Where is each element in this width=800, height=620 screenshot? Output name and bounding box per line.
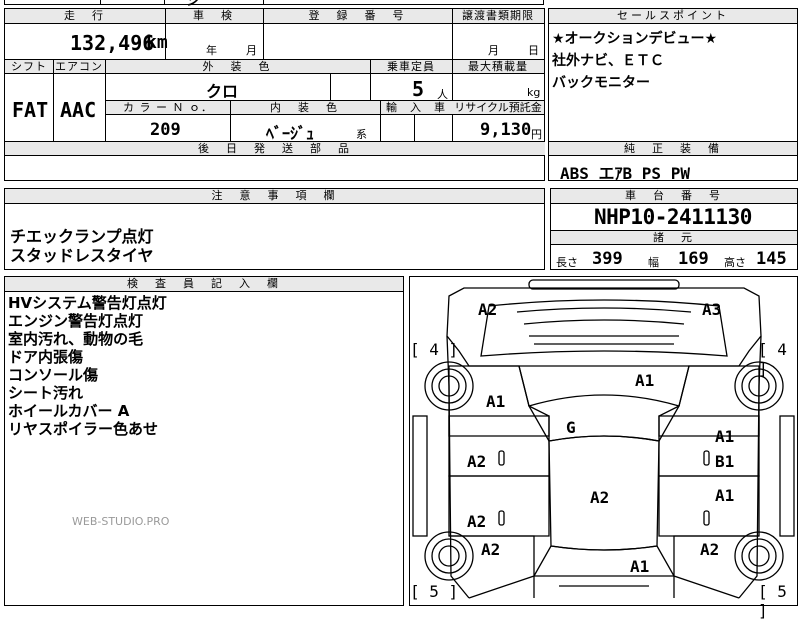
recycle-header: リサイクル預託金	[452, 101, 544, 115]
top-partial-row	[4, 0, 544, 5]
caution-line-2: スタッドレスタイヤ	[10, 246, 154, 265]
height-label: 高さ	[724, 256, 746, 269]
recycle-unit: 円	[531, 128, 542, 141]
damage-front-right-door-a: A1	[715, 427, 735, 446]
color-no-header: カ ラ ー Ｎ ｏ．	[106, 101, 230, 115]
capacity-value: 5	[412, 77, 425, 101]
shaken-header: 車 検	[165, 9, 263, 24]
inspector-line-4: ドア内張傷	[8, 348, 84, 366]
delivery-parts-header: 後 日 発 送 部 品	[5, 142, 545, 156]
capacity-header: 乗車定員	[370, 60, 452, 74]
watermark: WEB-STUDIO.PRO	[72, 515, 170, 528]
car-diagram	[412, 279, 795, 599]
inspector-line-3: 室内汚れ、動物の毛	[8, 330, 144, 348]
import-header: 輸 入 車	[380, 101, 452, 115]
chassis-header: 車 台 番 号	[551, 189, 797, 204]
sales-point-header: セールスポイント	[549, 9, 797, 24]
aircon-header: エアコン	[53, 60, 105, 74]
damage-hood: A1	[635, 371, 655, 390]
caution-line-1: チエックランプ点灯	[10, 227, 154, 246]
mileage-header: 走 行	[5, 9, 165, 24]
aircon-value: AAC	[60, 98, 97, 122]
exterior-color-header: 外 装 色	[105, 60, 370, 74]
tire-rear-right-rating: [ 5 ]	[758, 582, 787, 620]
shaken-year-label: 年	[206, 44, 217, 57]
width-value: 169	[678, 249, 709, 269]
transfer-month-label: 月	[488, 44, 499, 57]
shift-header: シフト	[5, 60, 53, 74]
genuine-equipment-header: 純 正 装 備	[549, 142, 797, 156]
damage-rear-left-quarter: A2	[481, 540, 501, 559]
tire-front-right-rating: [ 4 ]	[758, 340, 787, 378]
width-label: 幅	[648, 256, 659, 269]
transfer-day-label: 日	[528, 44, 539, 57]
shift-value: FAT	[12, 98, 49, 122]
damage-front-left-corner: A2	[478, 300, 498, 319]
length-value: 399	[592, 249, 623, 269]
inspector-line-7: ホイールカバー A	[8, 402, 130, 420]
mileage-unit: km	[146, 32, 168, 53]
dimensions-header: 諸 元	[551, 231, 797, 245]
damage-front-left-fender: A1	[486, 392, 506, 411]
damage-rear-left-door: A2	[467, 512, 487, 531]
inspector-header: 検 査 員 記 入 欄	[5, 277, 403, 292]
inspector-line-1: HVシステム警告灯点灯	[8, 294, 167, 312]
tire-front-left-rating: [ 4 ]	[410, 340, 459, 359]
color-no-value: 209	[150, 120, 181, 140]
length-label: 長さ	[556, 256, 578, 269]
damage-windshield: G	[566, 418, 576, 437]
sales-point-line-3: バックモニター	[552, 75, 650, 91]
max-load-unit: kg	[527, 86, 541, 99]
sales-point-line-1: ★オークションデビュー★	[552, 31, 718, 47]
mileage-value: 132,496	[70, 31, 155, 55]
height-value: 145	[756, 249, 787, 269]
caution-header: 注 意 事 項 欄	[5, 189, 544, 204]
sales-point-line-2: 社外ナビ、ＥＴＣ	[552, 53, 664, 69]
interior-color-suffix: 系	[356, 128, 367, 141]
tire-rear-left-rating: [ 5 ]	[410, 582, 459, 601]
inspector-line-6: シート汚れ	[8, 384, 84, 402]
damage-front-right-door-b: B1	[715, 452, 735, 471]
interior-color-header: 内 装 色	[230, 101, 380, 115]
damage-rear-right-door: A1	[715, 486, 735, 505]
exterior-color-value: クロ	[206, 82, 239, 101]
damage-rear-right-quarter: A2	[700, 540, 720, 559]
damage-roof: A2	[590, 488, 610, 507]
registration-header: 登 録 番 号	[263, 9, 452, 24]
max-load-header: 最大積載量	[452, 60, 544, 74]
recycle-value: 9,130	[480, 120, 532, 140]
chassis-value: NHP10-2411130	[594, 205, 752, 229]
inspector-line-2: エンジン警告灯点灯	[8, 312, 144, 330]
damage-front-left-door: A2	[467, 452, 487, 471]
inspector-line-5: コンソール傷	[8, 366, 99, 384]
inspector-line-8: リヤスポイラー色あせ	[8, 420, 159, 438]
shaken-month-label: 月	[246, 44, 257, 57]
damage-trunk: A1	[630, 557, 650, 576]
genuine-equipment-value: ABS エｱB PS PW	[560, 164, 690, 183]
damage-front-right-corner: A3	[702, 300, 722, 319]
transfer-header: 譲渡書類期限	[452, 9, 544, 24]
